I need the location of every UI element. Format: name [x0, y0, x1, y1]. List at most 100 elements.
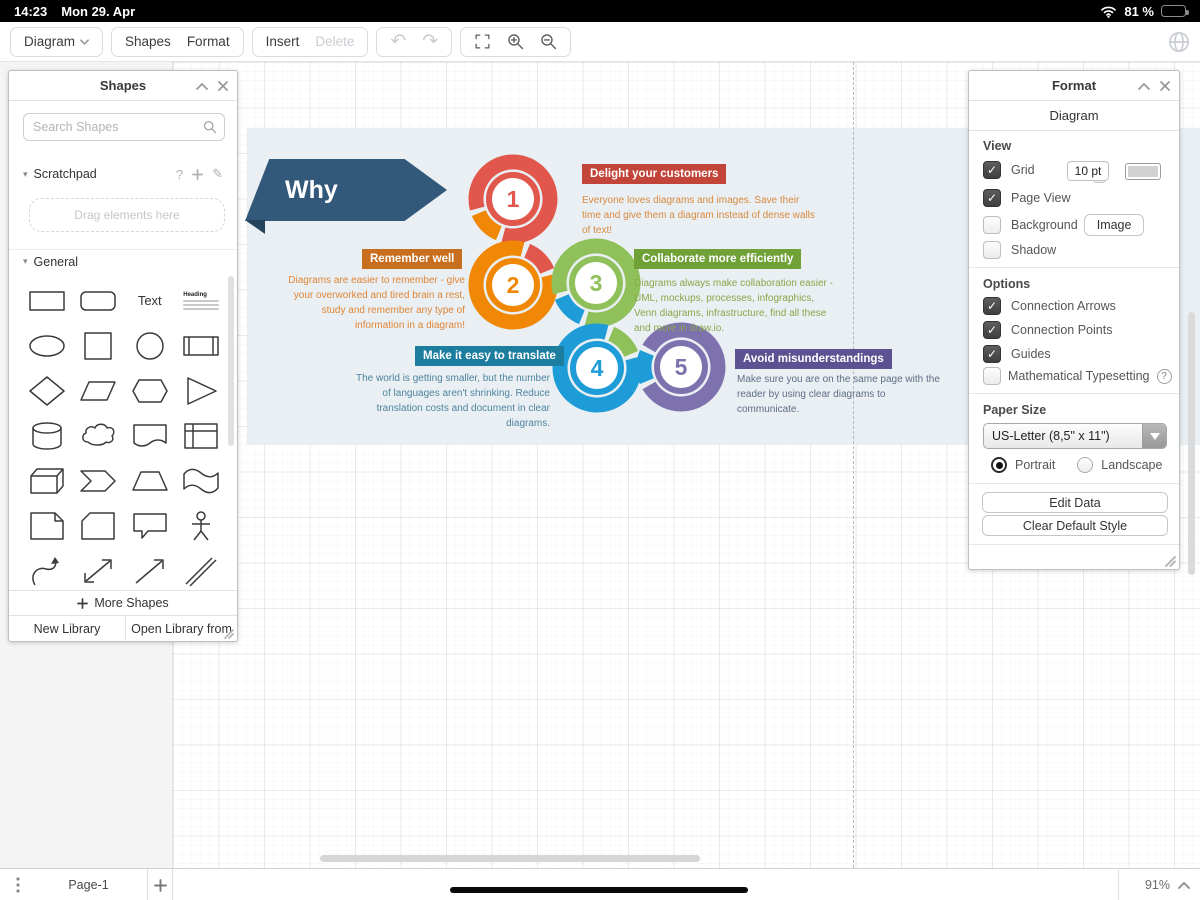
- shape-link[interactable]: [177, 550, 225, 591]
- tab-page-1[interactable]: Page-1: [30, 869, 148, 900]
- math-typesetting-checkbox[interactable]: ✓: [983, 367, 1001, 385]
- scratchpad-help-icon[interactable]: ?: [176, 167, 183, 182]
- item-5-header[interactable]: Avoid misunderstandings: [735, 349, 892, 369]
- collapse-panel-icon[interactable]: [196, 80, 208, 92]
- step-circle-4[interactable]: 4: [570, 341, 624, 395]
- scratchpad-edit-icon[interactable]: ✎: [212, 166, 223, 182]
- item-5-body[interactable]: Make sure you are on the same page with …: [737, 372, 942, 417]
- item-2-body[interactable]: Diagrams are easier to remember - give y…: [280, 273, 465, 333]
- item-1-header[interactable]: Delight your customers: [582, 164, 726, 184]
- close-panel-icon[interactable]: [1159, 80, 1171, 92]
- page-view-checkbox[interactable]: ✓: [983, 189, 1001, 207]
- shape-rounded-rectangle[interactable]: [74, 280, 122, 322]
- shape-hexagon[interactable]: [126, 370, 174, 412]
- item-3-body[interactable]: Diagrams always make collaboration easie…: [634, 276, 839, 336]
- shape-arrow[interactable]: [126, 550, 174, 591]
- guides-checkbox[interactable]: ✓: [983, 345, 1001, 363]
- step-circle-2[interactable]: 2: [486, 258, 540, 312]
- delete-button[interactable]: Delete: [315, 34, 354, 49]
- vertical-scrollbar[interactable]: [1188, 312, 1195, 575]
- item-1-body[interactable]: Everyone loves diagrams and images. Save…: [582, 193, 817, 238]
- redo-icon[interactable]: ↷: [422, 32, 438, 51]
- shape-square[interactable]: [74, 325, 122, 367]
- shape-cube[interactable]: [23, 460, 71, 502]
- shape-actor[interactable]: [177, 505, 225, 547]
- new-library-button[interactable]: New Library: [9, 616, 126, 641]
- shape-internal-storage[interactable]: [177, 415, 225, 457]
- shapes-panel-scrollbar[interactable]: [228, 276, 234, 446]
- shape-trapezoid[interactable]: [126, 460, 174, 502]
- fullscreen-icon[interactable]: [474, 33, 491, 50]
- scratchpad-section-header[interactable]: ▾ Scratchpad ? ✎: [9, 162, 237, 186]
- resize-handle-icon[interactable]: [224, 629, 234, 639]
- insert-button[interactable]: Insert: [266, 34, 300, 49]
- connection-points-checkbox[interactable]: ✓: [983, 321, 1001, 339]
- shape-cloud[interactable]: [74, 415, 122, 457]
- pages-menu-icon[interactable]: [6, 869, 30, 900]
- step-circle-1[interactable]: 1: [486, 172, 540, 226]
- shapes-toggle-button[interactable]: Shapes: [125, 34, 171, 49]
- item-4-header[interactable]: Make it easy to translate: [415, 346, 564, 366]
- shape-process[interactable]: [177, 325, 225, 367]
- scratchpad-dropzone[interactable]: Drag elements here: [29, 198, 225, 232]
- portrait-radio[interactable]: [991, 457, 1007, 473]
- shape-callout[interactable]: [126, 505, 174, 547]
- diagram-menu-button[interactable]: Diagram: [24, 34, 89, 49]
- shape-triangle[interactable]: [177, 370, 225, 412]
- collapse-panel-icon[interactable]: [1138, 80, 1150, 92]
- shape-document[interactable]: [126, 415, 174, 457]
- grid-size-input[interactable]: [1067, 161, 1109, 181]
- more-shapes-button[interactable]: More Shapes: [9, 590, 237, 615]
- shape-text[interactable]: Text: [126, 280, 174, 322]
- shape-step[interactable]: [74, 460, 122, 502]
- add-page-button[interactable]: [148, 869, 173, 900]
- shape-circle[interactable]: [126, 325, 174, 367]
- paper-size-dropdown[interactable]: US-Letter (8,5" x 11"): [983, 423, 1167, 449]
- shape-bidirectional-arrow[interactable]: [74, 550, 122, 591]
- zoom-level-control[interactable]: 91%: [1118, 869, 1190, 900]
- background-image-button[interactable]: Image: [1084, 214, 1145, 236]
- grid-color-swatch[interactable]: [1125, 163, 1161, 180]
- item-2-header[interactable]: Remember well: [362, 249, 462, 269]
- shape-note[interactable]: [23, 505, 71, 547]
- format-panel-title: Format: [1052, 78, 1096, 93]
- resize-handle-icon[interactable]: [1165, 556, 1176, 567]
- text-shape-label: Text: [138, 293, 162, 308]
- shape-textbox[interactable]: Heading: [177, 280, 225, 322]
- infographic-banner[interactable]: Why diagram?: [245, 159, 447, 221]
- general-section-header[interactable]: ▾ General: [9, 249, 237, 273]
- connection-arrows-checkbox[interactable]: ✓: [983, 297, 1001, 315]
- item-4-body[interactable]: The world is getting smaller, but the nu…: [352, 371, 550, 431]
- shapes-panel-title: Shapes: [100, 78, 146, 93]
- edit-data-button[interactable]: Edit Data: [982, 492, 1168, 513]
- shape-cylinder[interactable]: [23, 415, 71, 457]
- landscape-label: Landscape: [1101, 458, 1162, 472]
- step-circle-5[interactable]: 5: [654, 340, 708, 394]
- shape-tape[interactable]: [177, 460, 225, 502]
- shape-card[interactable]: [74, 505, 122, 547]
- grid-checkbox[interactable]: ✓: [983, 161, 1001, 179]
- open-library-button[interactable]: Open Library from: [126, 616, 237, 641]
- zoom-out-icon[interactable]: [540, 33, 557, 50]
- help-icon[interactable]: ?: [1157, 369, 1172, 384]
- language-globe-icon[interactable]: [1168, 31, 1190, 53]
- shadow-checkbox[interactable]: ✓: [983, 241, 1001, 259]
- shape-ellipse[interactable]: [23, 325, 71, 367]
- close-panel-icon[interactable]: [217, 80, 229, 92]
- shape-curve[interactable]: [23, 550, 71, 591]
- format-toggle-button[interactable]: Format: [187, 34, 230, 49]
- step-circle-3[interactable]: 3: [569, 256, 623, 310]
- horizontal-scrollbar[interactable]: [320, 855, 700, 862]
- scratchpad-add-icon[interactable]: [192, 169, 203, 180]
- shape-rectangle[interactable]: [23, 280, 71, 322]
- clear-default-style-button[interactable]: Clear Default Style: [982, 515, 1168, 536]
- tab-diagram[interactable]: Diagram: [969, 101, 1179, 131]
- landscape-radio[interactable]: [1077, 457, 1093, 473]
- undo-icon[interactable]: ↶: [390, 32, 406, 51]
- background-checkbox[interactable]: ✓: [983, 216, 1001, 234]
- shape-diamond[interactable]: [23, 370, 71, 412]
- item-3-header[interactable]: Collaborate more efficiently: [634, 249, 801, 269]
- shape-parallelogram[interactable]: [74, 370, 122, 412]
- search-shapes-input[interactable]: [23, 113, 225, 141]
- zoom-in-icon[interactable]: [507, 33, 524, 50]
